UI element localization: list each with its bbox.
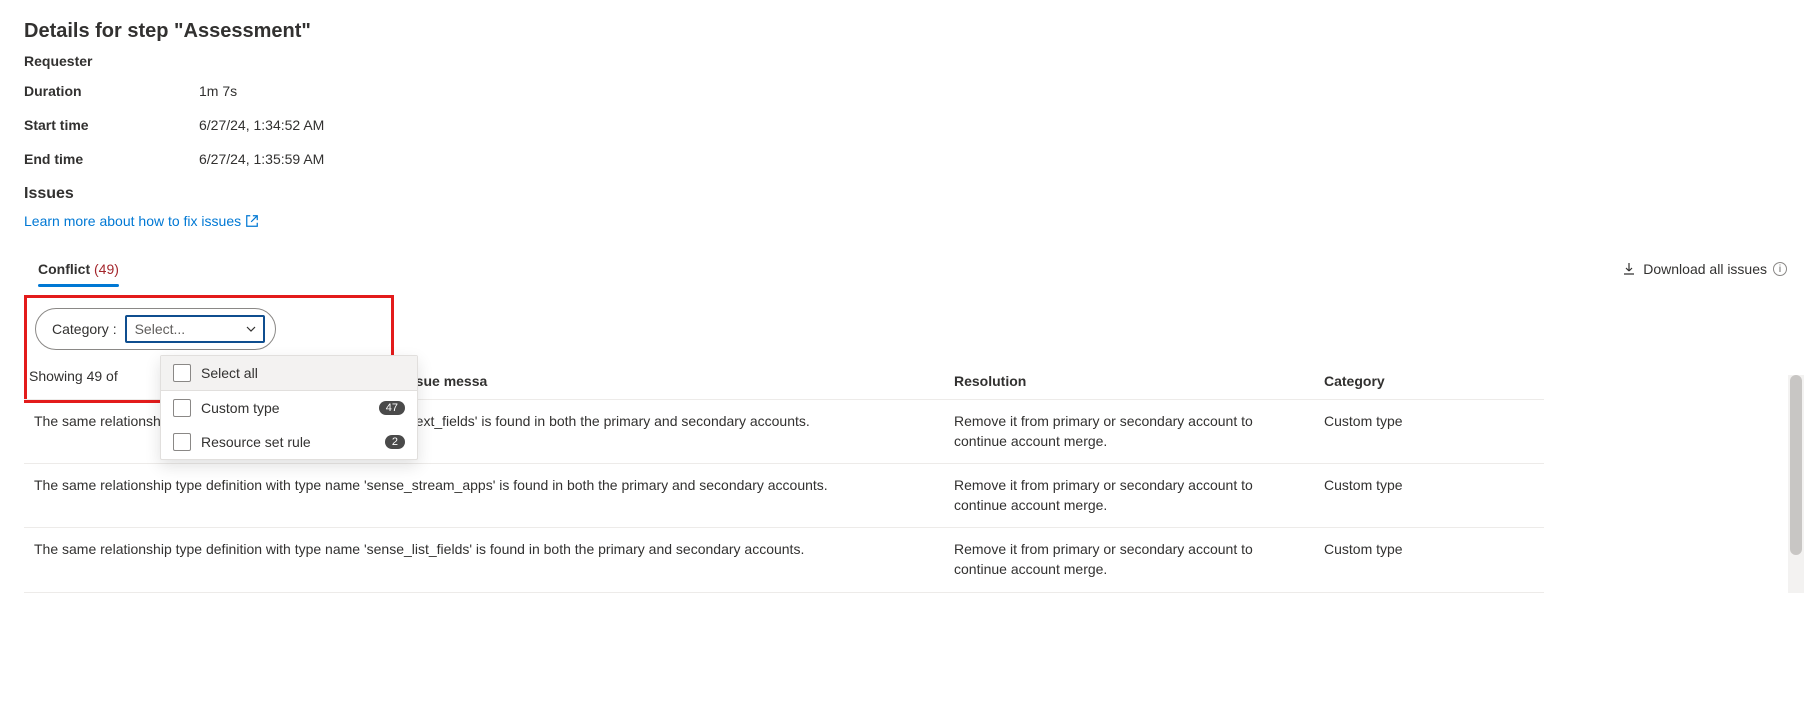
category-dropdown: Select all Custom type 47 Resource set r… (160, 355, 418, 460)
start-time-label: Start time (24, 117, 199, 133)
dropdown-option-custom-type[interactable]: Custom type 47 (161, 391, 417, 425)
cell-message: The same relationship type definition wi… (34, 476, 954, 496)
tab-row: Conflict (49) Download all issues i (24, 253, 1787, 285)
badge-resource-set-rule: 2 (385, 435, 405, 449)
end-time-label: End time (24, 151, 199, 167)
dropdown-option-resource-set-rule[interactable]: Resource set rule 2 (161, 425, 417, 459)
cell-resolution: Remove it from primary or secondary acco… (954, 540, 1324, 579)
cell-resolution: Remove it from primary or secondary acco… (954, 476, 1324, 515)
col-header-category[interactable]: Category (1324, 373, 1504, 389)
col-header-resolution[interactable]: Resolution (954, 373, 1324, 389)
learn-more-text: Learn more about how to fix issues (24, 213, 241, 229)
dropdown-label-custom-type: Custom type (201, 400, 280, 416)
info-icon[interactable]: i (1773, 262, 1787, 276)
end-time-row: End time 6/27/24, 1:35:59 AM (24, 151, 1787, 167)
scrollbar[interactable] (1788, 375, 1804, 593)
checkbox-resource-set-rule[interactable] (173, 433, 191, 451)
category-select[interactable]: Select... (125, 315, 265, 343)
learn-more-link[interactable]: Learn more about how to fix issues (24, 213, 259, 229)
cell-category: Custom type (1324, 412, 1504, 432)
duration-row: Duration 1m 7s (24, 83, 1787, 99)
duration-value: 1m 7s (199, 83, 237, 99)
category-select-placeholder: Select... (135, 321, 186, 337)
table-row[interactable]: The same relationship type definition wi… (24, 464, 1544, 528)
external-link-icon (245, 214, 259, 228)
checkbox-custom-type[interactable] (173, 399, 191, 417)
dropdown-label-select-all: Select all (201, 365, 258, 381)
dropdown-option-select-all[interactable]: Select all (161, 356, 417, 391)
page-title: Details for step "Assessment" (24, 20, 1787, 43)
download-icon (1621, 261, 1637, 277)
dropdown-label-resource-set-rule: Resource set rule (201, 434, 311, 450)
download-label: Download all issues (1643, 261, 1767, 277)
requester-label: Requester (24, 53, 1787, 69)
start-time-row: Start time 6/27/24, 1:34:52 AM (24, 117, 1787, 133)
issues-heading: Issues (24, 185, 1787, 203)
end-time-value: 6/27/24, 1:35:59 AM (199, 151, 324, 167)
tab-conflict-label: Conflict (38, 261, 90, 277)
table-area: Category : Select... Select all Custom t… (24, 295, 1787, 593)
cell-category: Custom type (1324, 540, 1504, 560)
cell-category: Custom type (1324, 476, 1504, 496)
badge-custom-type: 47 (379, 401, 405, 415)
category-filter-label: Category : (52, 321, 117, 337)
cell-resolution: Remove it from primary or secondary acco… (954, 412, 1324, 451)
tab-conflict[interactable]: Conflict (49) (24, 253, 133, 285)
tabs: Conflict (49) (24, 253, 133, 285)
cell-message: The same relationship type definition wi… (34, 540, 954, 560)
checkbox-select-all[interactable] (173, 364, 191, 382)
tab-conflict-count: (49) (94, 261, 119, 277)
table-row[interactable]: The same relationship type definition wi… (24, 528, 1544, 592)
start-time-value: 6/27/24, 1:34:52 AM (199, 117, 324, 133)
chevron-down-icon (245, 323, 257, 335)
tab-underline (38, 284, 119, 287)
download-all-issues-button[interactable]: Download all issues i (1621, 261, 1787, 277)
duration-label: Duration (24, 83, 199, 99)
scrollbar-thumb[interactable] (1790, 375, 1802, 555)
category-filter: Category : Select... Select all Custom t… (35, 308, 276, 350)
